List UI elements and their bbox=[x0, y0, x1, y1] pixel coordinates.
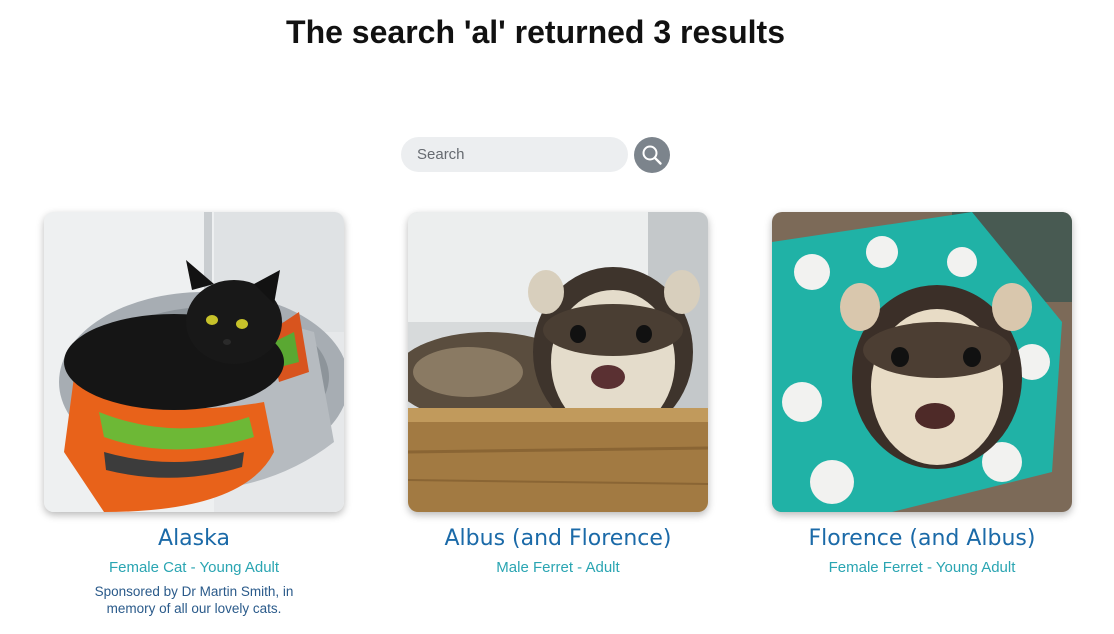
pet-subtitle: Female Cat - Young Adult bbox=[108, 559, 280, 576]
pet-name-link[interactable]: Albus (and Florence) bbox=[408, 526, 708, 551]
pet-name-link[interactable]: Alaska bbox=[44, 526, 344, 551]
search-input[interactable] bbox=[401, 137, 628, 172]
pet-photo[interactable] bbox=[44, 212, 344, 512]
pet-photo[interactable] bbox=[772, 212, 1072, 512]
sponsor-note: Sponsored by Dr Martin Smith, in memory … bbox=[94, 584, 294, 616]
search-icon bbox=[642, 145, 662, 165]
result-card: Albus (and Florence) Male Ferret - Adult bbox=[408, 212, 708, 576]
search-button[interactable] bbox=[634, 137, 670, 173]
result-card: Florence (and Albus) Female Ferret - You… bbox=[772, 212, 1072, 576]
result-card: Alaska Female Cat - Young Adult Sponsore… bbox=[44, 212, 344, 617]
pet-photo[interactable] bbox=[408, 212, 708, 512]
pet-subtitle: Male Ferret - Adult bbox=[496, 559, 620, 576]
page-title: The search 'al' returned 3 results bbox=[286, 14, 785, 50]
pet-name-link[interactable]: Florence (and Albus) bbox=[772, 526, 1072, 551]
pet-subtitle: Female Ferret - Young Adult bbox=[828, 559, 1016, 576]
